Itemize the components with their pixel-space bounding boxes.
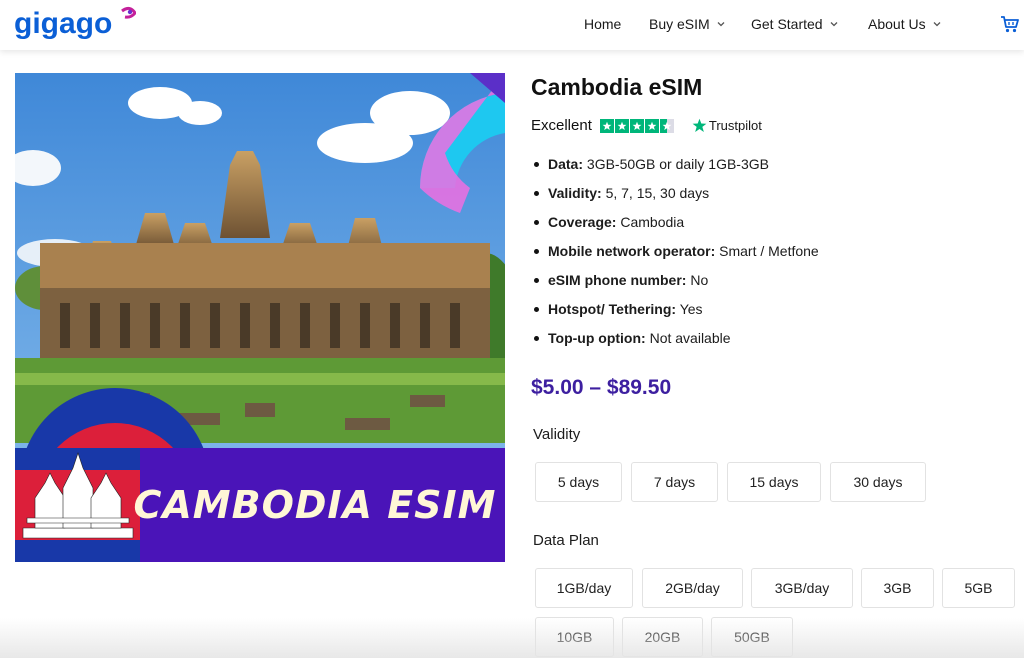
spec-item-hotspot: Hotspot/ Tethering: Yes bbox=[531, 301, 819, 330]
validity-option-5-days[interactable]: 5 days bbox=[535, 462, 622, 502]
nav-about-us[interactable]: About Us bbox=[868, 16, 942, 32]
cart-icon[interactable] bbox=[1000, 14, 1020, 34]
bottom-fade bbox=[0, 618, 1024, 658]
trustpilot-logo[interactable]: Trustpilot bbox=[692, 118, 762, 133]
validity-option-15-days[interactable]: 15 days bbox=[727, 462, 821, 502]
trustpilot-label: Trustpilot bbox=[708, 118, 762, 133]
data-plan-option-3gb[interactable]: 3GB bbox=[861, 568, 934, 608]
validity-option-7-days[interactable]: 7 days bbox=[631, 462, 718, 502]
rating-label: Excellent bbox=[531, 117, 592, 134]
nav-about-us-label: About Us bbox=[868, 16, 926, 32]
nav-buy-esim-label: Buy eSIM bbox=[649, 16, 710, 32]
rating-stars bbox=[599, 118, 674, 133]
trustpilot-rating[interactable]: Excellent Trustpilot bbox=[531, 117, 762, 134]
star-icon bbox=[614, 118, 629, 133]
spec-list: Data: 3GB-50GB or daily 1GB-3GB Validity… bbox=[531, 156, 819, 359]
nav-get-started-label: Get Started bbox=[751, 16, 823, 32]
gigago-logo[interactable]: gigago bbox=[14, 6, 136, 40]
chevron-down-icon bbox=[717, 22, 725, 27]
data-plan-label: Data Plan bbox=[533, 532, 599, 549]
data-plan-option-3gb-day[interactable]: 3GB/day bbox=[751, 568, 853, 608]
data-plan-option-50gb[interactable]: 50GB bbox=[711, 617, 793, 657]
spec-item-data: Data: 3GB-50GB or daily 1GB-3GB bbox=[531, 156, 819, 185]
data-plan-option-20gb[interactable]: 20GB bbox=[622, 617, 703, 657]
nav-buy-esim[interactable]: Buy eSIM bbox=[649, 16, 726, 32]
nav-get-started[interactable]: Get Started bbox=[751, 16, 839, 32]
half-star-icon bbox=[659, 118, 674, 133]
site-header: gigago Home Buy eSIM Get Started About U… bbox=[0, 0, 1024, 50]
svg-text:CAMBODIA ESIM: CAMBODIA ESIM bbox=[134, 483, 497, 527]
data-plan-option-10gb[interactable]: 10GB bbox=[535, 617, 614, 657]
chevron-down-icon bbox=[830, 22, 838, 27]
spec-item-topup: Top-up option: Not available bbox=[531, 330, 819, 359]
data-plan-option-5gb[interactable]: 5GB bbox=[942, 568, 1015, 608]
data-plan-option-2gb-day[interactable]: 2GB/day bbox=[642, 568, 743, 608]
spec-item-operator: Mobile network operator: Smart / Metfone bbox=[531, 243, 819, 272]
product-title: Cambodia eSIM bbox=[531, 74, 703, 100]
spec-item-phone-number: eSIM phone number: No bbox=[531, 272, 819, 301]
validity-label: Validity bbox=[533, 426, 581, 443]
star-icon bbox=[629, 118, 644, 133]
product-image: CAMBODIA ESIM bbox=[15, 73, 505, 562]
nav-home[interactable]: Home bbox=[584, 16, 621, 32]
price-range: $5.00 – $89.50 bbox=[531, 376, 672, 399]
trustpilot-star-icon bbox=[692, 118, 707, 132]
spec-item-coverage: Coverage: Cambodia bbox=[531, 214, 819, 243]
data-plan-option-1gb-day[interactable]: 1GB/day bbox=[535, 568, 633, 608]
star-icon bbox=[599, 118, 614, 133]
chevron-down-icon bbox=[933, 22, 941, 27]
svg-text:gigago: gigago bbox=[14, 7, 112, 40]
star-icon bbox=[644, 118, 659, 133]
spec-item-validity: Validity: 5, 7, 15, 30 days bbox=[531, 185, 819, 214]
nav-home-label: Home bbox=[584, 16, 622, 32]
validity-option-30-days[interactable]: 30 days bbox=[830, 462, 926, 502]
